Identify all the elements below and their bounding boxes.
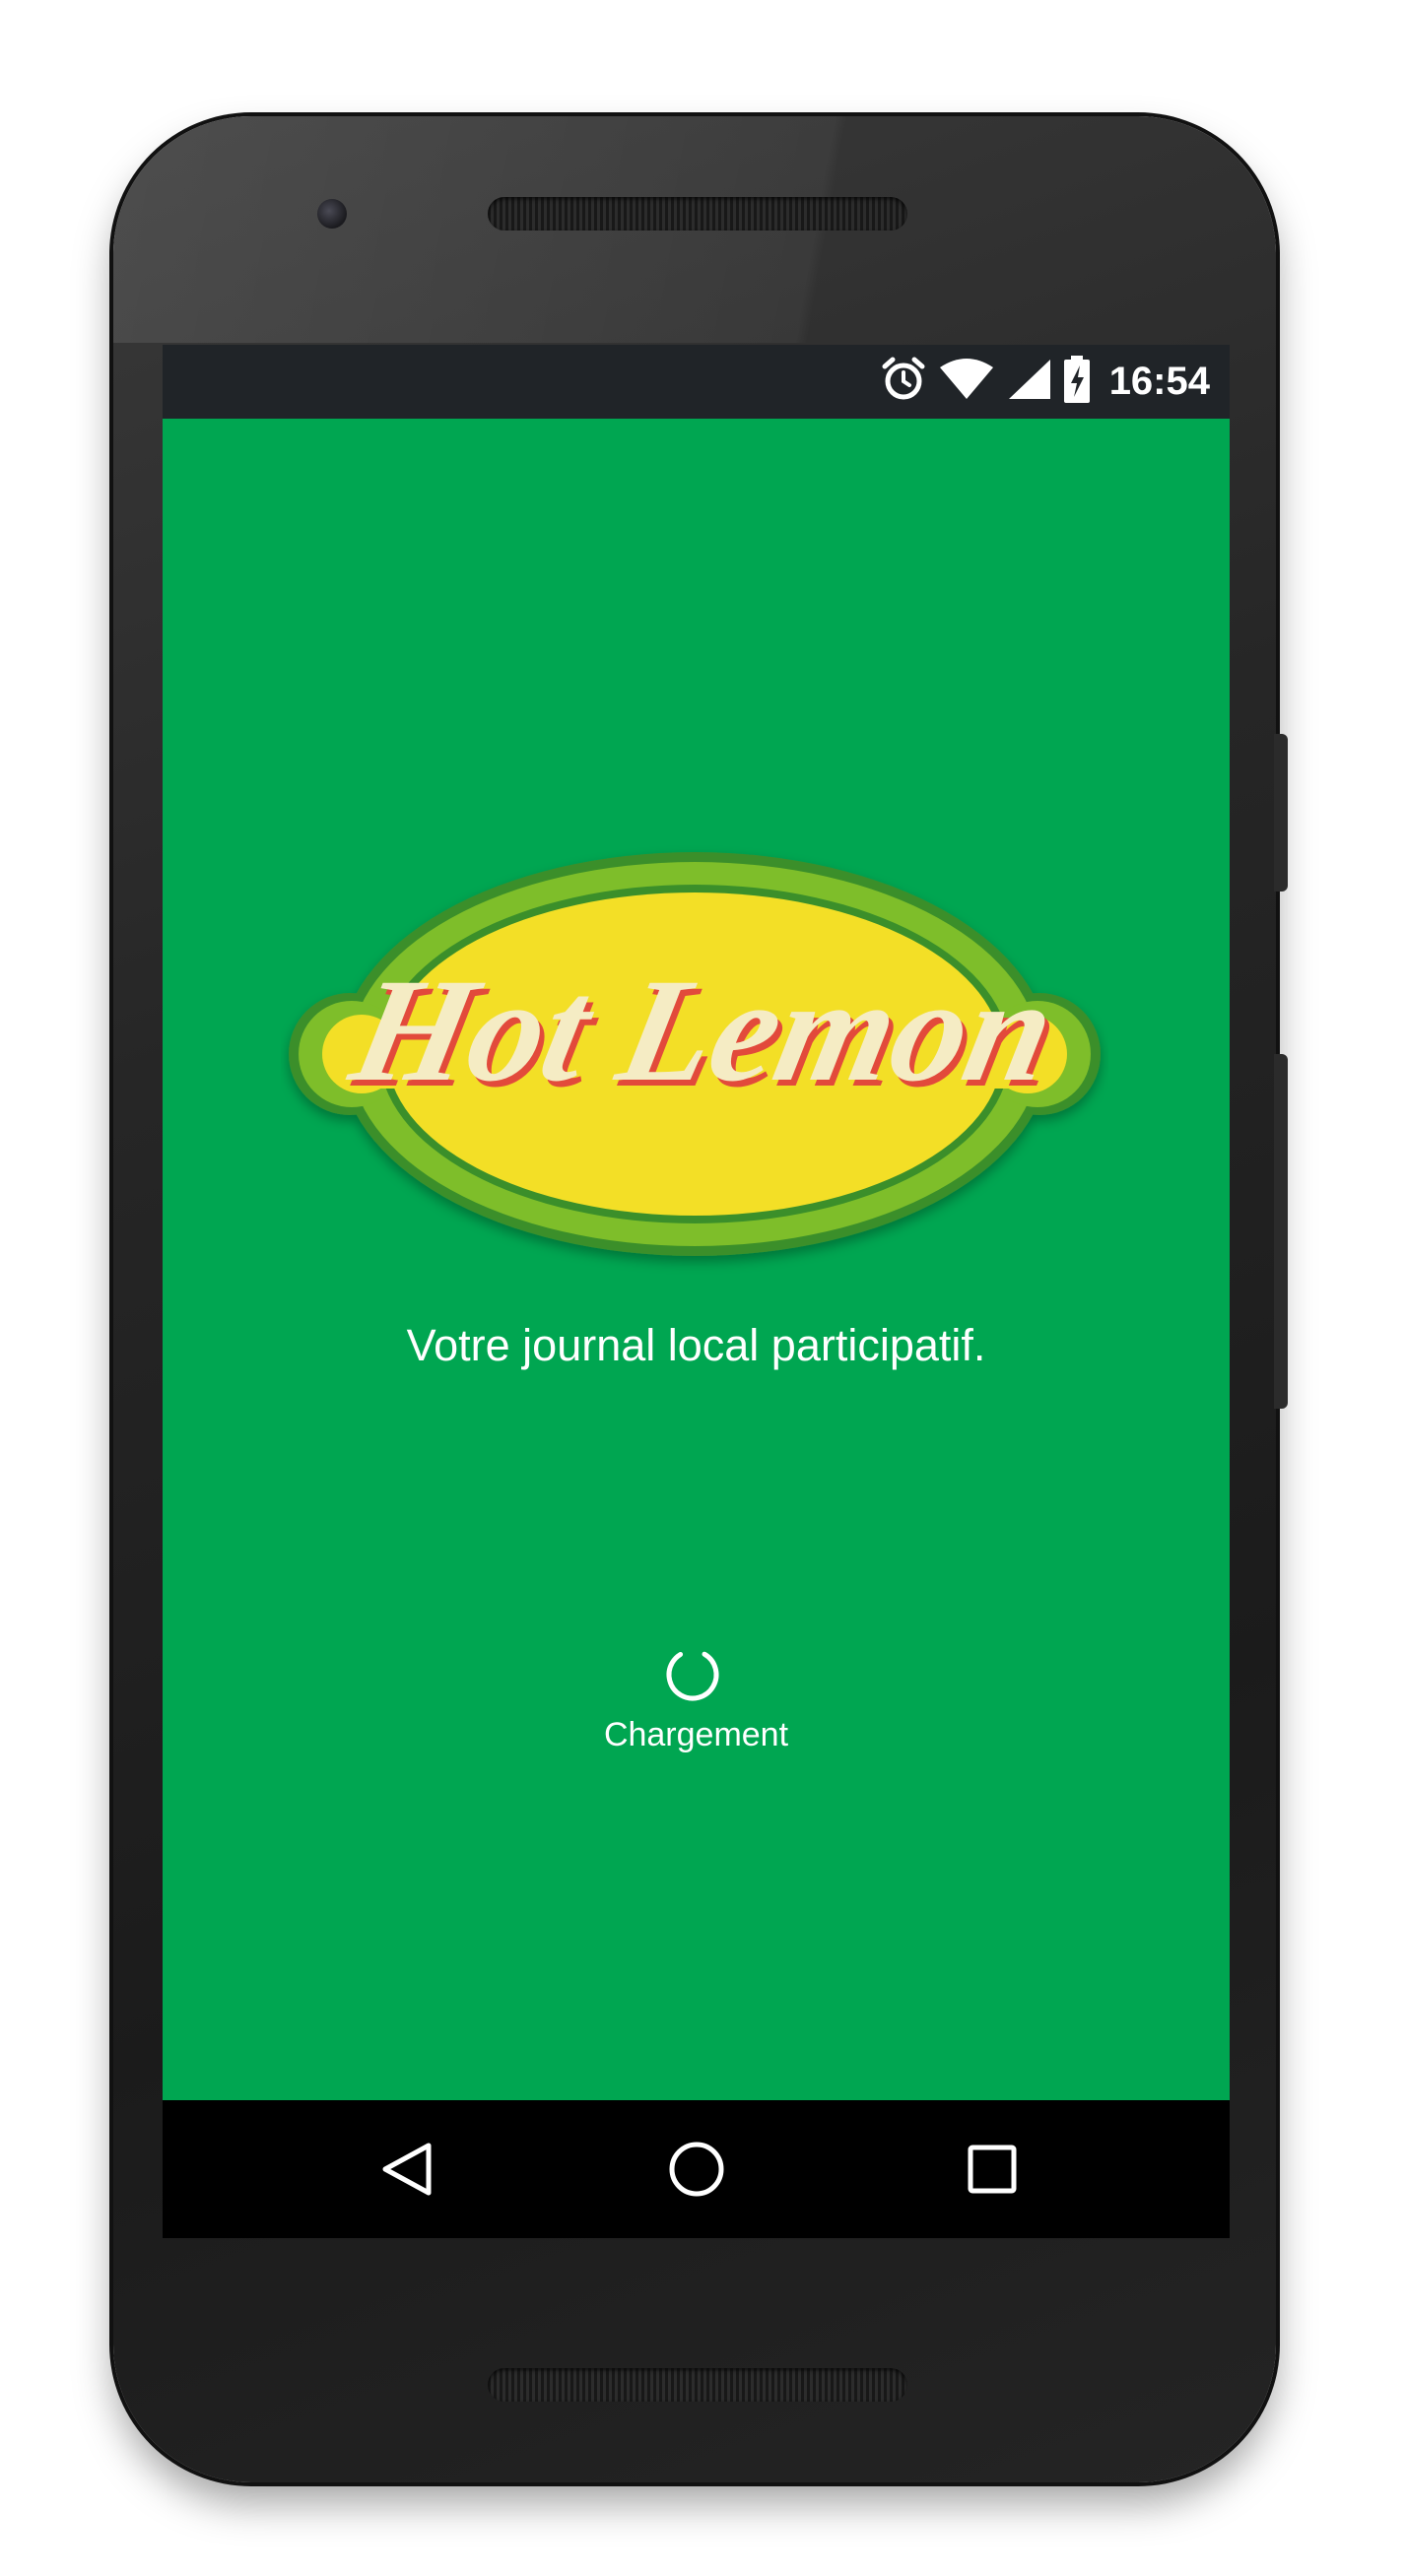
status-time: 16:54 — [1108, 359, 1210, 403]
navigation-bar — [163, 2100, 1230, 2238]
volume-button — [1274, 1054, 1288, 1409]
logo-text: Hot Lemon — [338, 948, 1068, 1111]
front-camera — [317, 199, 347, 229]
power-button — [1274, 734, 1288, 892]
back-icon — [382, 2143, 432, 2196]
loading-label: Chargement — [603, 1716, 789, 1753]
recents-button[interactable] — [953, 2130, 1032, 2209]
alarm-icon — [879, 355, 928, 408]
loading-spinner-icon — [663, 1645, 722, 1704]
home-icon — [669, 2142, 724, 2197]
tagline: Votre journal local participatif. — [406, 1320, 986, 1370]
battery-charging-icon — [1062, 355, 1092, 408]
hot-lemon-logo: Hot Lemon Hot Lemon — [281, 827, 1108, 1281]
back-button[interactable] — [368, 2130, 446, 2209]
recents-icon — [968, 2145, 1017, 2194]
wifi-icon — [938, 358, 995, 405]
bottom-speaker — [488, 2368, 907, 2402]
earpiece-speaker — [488, 197, 907, 231]
home-button[interactable] — [657, 2130, 736, 2209]
status-bar: 16:54 — [163, 345, 1230, 419]
signal-icon — [1005, 358, 1052, 405]
screen: 16:54 Hot Lemon Hot Lemon Votre journal … — [163, 345, 1230, 2238]
